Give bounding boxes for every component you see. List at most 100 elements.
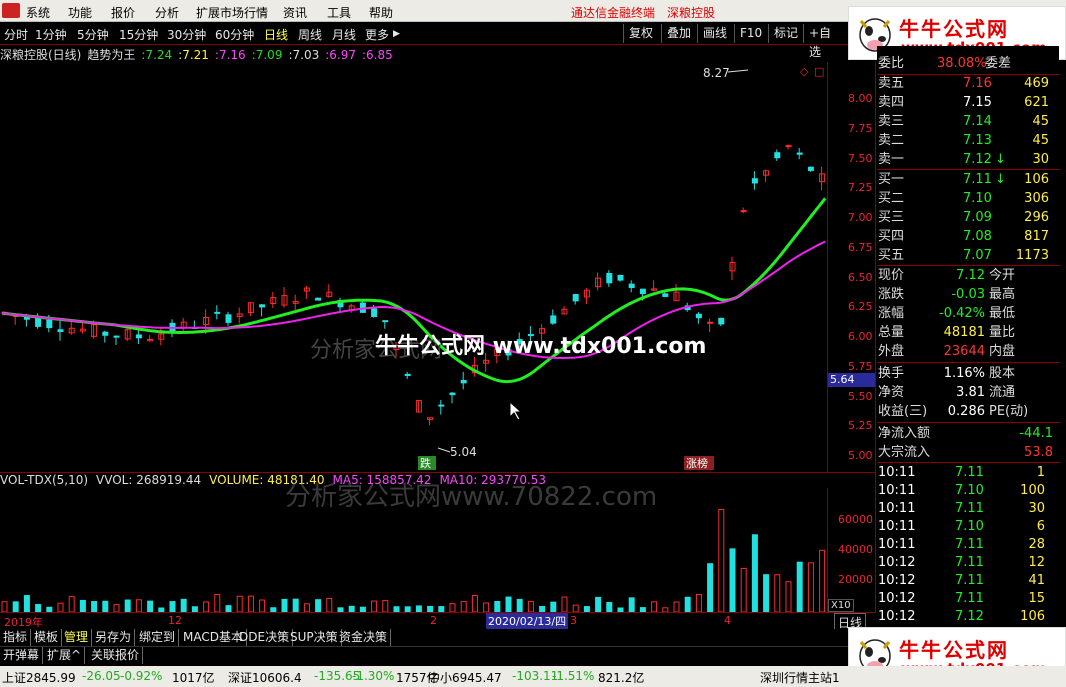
fall-tag[interactable]: 跌 — [420, 456, 431, 470]
volume-bar — [516, 598, 523, 612]
server-status[interactable]: 深圳行情主站1 — [760, 669, 840, 686]
tick-volume: 100 — [1020, 483, 1045, 498]
period-1min[interactable]: 1分钟 — [35, 26, 67, 43]
period-weekly[interactable]: 周线 — [298, 26, 322, 43]
tab-expand[interactable]: 扩展^ — [44, 647, 86, 664]
volume-bar — [505, 596, 512, 612]
period-tick[interactable]: 分时 — [4, 26, 28, 43]
flow-row[interactable]: 大宗流入 53.8 — [877, 443, 1059, 462]
adjust-button[interactable]: 复权 — [623, 24, 658, 43]
ask-row[interactable]: 卖二 7.13 45 — [877, 131, 1059, 150]
draw-button[interactable]: 画线 — [697, 24, 732, 43]
menu-quote[interactable]: 报价 — [111, 4, 135, 21]
candlestick-chart[interactable]: 8.27 5.04 跌 涨榜 ◇ □ — [0, 62, 828, 472]
cursor-date-label: 2020/02/13/四 — [486, 613, 569, 629]
stat-row[interactable]: 总量 48181 量比 — [877, 323, 1059, 342]
ask-volume: 30 — [1032, 152, 1049, 167]
weibi-row[interactable]: 委比 38.08% 委差 — [877, 54, 1059, 73]
stat2-row[interactable]: 收益(三) 0.286 PE(动) — [877, 402, 1059, 421]
period-daily[interactable]: 日线 — [264, 26, 288, 43]
tick-row[interactable]: 10:11 7.11 30 — [877, 499, 1059, 518]
tab-sup[interactable]: SUP决策 — [287, 629, 342, 646]
tick-row[interactable]: 10:12 7.11 15 — [877, 589, 1059, 608]
tick-time: 10:11 — [878, 501, 916, 516]
menu-tools[interactable]: 工具 — [327, 4, 351, 21]
candle — [46, 319, 53, 329]
candle — [449, 392, 456, 396]
period-monthly[interactable]: 月线 — [332, 26, 356, 43]
app-logo-icon — [2, 3, 20, 18]
volume-bar — [527, 601, 534, 612]
tick-row[interactable]: 10:12 7.11 12 — [877, 553, 1059, 572]
stat-label-2: 最高 — [989, 287, 1016, 302]
stat-row[interactable]: 现价 7.12 今开 — [877, 266, 1059, 285]
bid-row[interactable]: 买三 7.09 296 — [877, 208, 1059, 227]
tab-danmaku[interactable]: 开弹幕 — [0, 647, 44, 664]
overlay-watermark: 牛牛公式网 www.tdx001.com — [375, 334, 707, 359]
stat-row[interactable]: 涨幅 -0.42% 最低 — [877, 304, 1059, 323]
add-watchlist-button[interactable]: +自选 — [803, 24, 848, 59]
tick-row[interactable]: 10:11 7.11 1 — [877, 463, 1059, 482]
date-label: 2019年 — [4, 616, 43, 629]
period-more[interactable]: 更多 — [365, 26, 389, 43]
stat2-row[interactable]: 净资 3.81 流通 — [877, 383, 1059, 402]
limit-tag[interactable]: 涨榜 — [686, 456, 708, 470]
tab-bind[interactable]: 绑定到 — [136, 629, 180, 646]
tab-template[interactable]: 模板 — [31, 629, 63, 646]
tick-time: 10:12 — [878, 609, 916, 624]
stat-row[interactable]: 外盘 23644 内盘 — [877, 342, 1059, 361]
tab-capital[interactable]: 资金决策 — [336, 629, 392, 646]
tick-row[interactable]: 10:11 7.10 100 — [877, 481, 1059, 500]
bid-row[interactable]: 买一 7.11 ↓ 106 — [877, 170, 1059, 189]
bid-row[interactable]: 买二 7.10 306 — [877, 189, 1059, 208]
indicator-value: :7.03 — [288, 48, 320, 62]
stat2-row[interactable]: 换手 1.16% 股本 — [877, 364, 1059, 383]
promo-terminal[interactable]: 通达信金融终端 — [571, 4, 655, 21]
price-axis: 8.00 7.75 7.50 7.25 7.00 6.75 6.50 6.25 6.00 5.75… — [828, 62, 876, 472]
tab-manage[interactable]: 管理 — [61, 629, 93, 646]
candle — [572, 294, 579, 302]
mark-button[interactable]: 标记 — [768, 24, 803, 43]
bid-volume: 817 — [1024, 229, 1049, 244]
candle — [113, 335, 120, 338]
tick-row[interactable]: 10:12 7.11 41 — [877, 571, 1059, 590]
period-30min[interactable]: 30分钟 — [167, 26, 206, 43]
diamond-icon[interactable]: ◇ — [800, 65, 809, 78]
bid-row[interactable]: 买五 7.07 1173 — [877, 246, 1059, 265]
volume-bar — [561, 596, 568, 612]
bid-row[interactable]: 买四 7.08 817 — [877, 227, 1059, 246]
menu-news[interactable]: 资讯 — [283, 4, 307, 21]
ask-row[interactable]: 卖三 7.14 45 — [877, 112, 1059, 131]
menu-system[interactable]: 系统 — [26, 4, 50, 21]
stat-row[interactable]: 涨跌 -0.03 最高 — [877, 285, 1059, 304]
ask-row[interactable]: 卖一 7.12 ↓ 30 — [877, 150, 1059, 169]
tab-dde[interactable]: DDE决策 — [236, 629, 294, 646]
tick-row[interactable]: 10:12 7.12 106 — [877, 607, 1059, 626]
period-5min[interactable]: 5分钟 — [77, 26, 109, 43]
f10-button[interactable]: F10 — [734, 24, 767, 43]
menu-help[interactable]: 帮助 — [369, 4, 393, 21]
volume-bar — [315, 599, 322, 612]
ask-row[interactable]: 卖四 7.15 621 — [877, 93, 1059, 112]
tab-save-as[interactable]: 另存为 — [92, 629, 136, 646]
menu-function[interactable]: 功能 — [68, 4, 92, 21]
tab-indicator[interactable]: 指标 — [0, 629, 32, 646]
promo-stock-name[interactable]: 深粮控股 — [667, 4, 715, 21]
chevron-right-icon[interactable]: ▶ — [393, 29, 400, 39]
indicator-name[interactable]: 趋势为王 — [87, 48, 135, 62]
ask-label: 卖一 — [878, 152, 905, 167]
flow-row[interactable]: 净流入额 -44.1 — [877, 424, 1059, 443]
tick-row[interactable]: 10:11 7.10 6 — [877, 517, 1059, 536]
square-icon[interactable]: □ — [814, 65, 824, 78]
menu-ext-market[interactable]: 扩展市场行情 — [196, 4, 268, 21]
volume-value[interactable]: VOL-TDX(5,10) — [0, 473, 88, 487]
menu-analysis[interactable]: 分析 — [155, 4, 179, 21]
overlay-button[interactable]: 叠加 — [661, 24, 696, 43]
tab-related-quote[interactable]: 关联报价 — [88, 647, 144, 664]
tick-row[interactable]: 10:11 7.11 28 — [877, 535, 1059, 554]
ask-row[interactable]: 卖五 7.16 469 — [877, 74, 1059, 93]
volume-bar — [718, 509, 725, 612]
period-15min[interactable]: 15分钟 — [119, 26, 158, 43]
indicator-value: :6.85 — [361, 48, 393, 62]
period-60min[interactable]: 60分钟 — [215, 26, 254, 43]
